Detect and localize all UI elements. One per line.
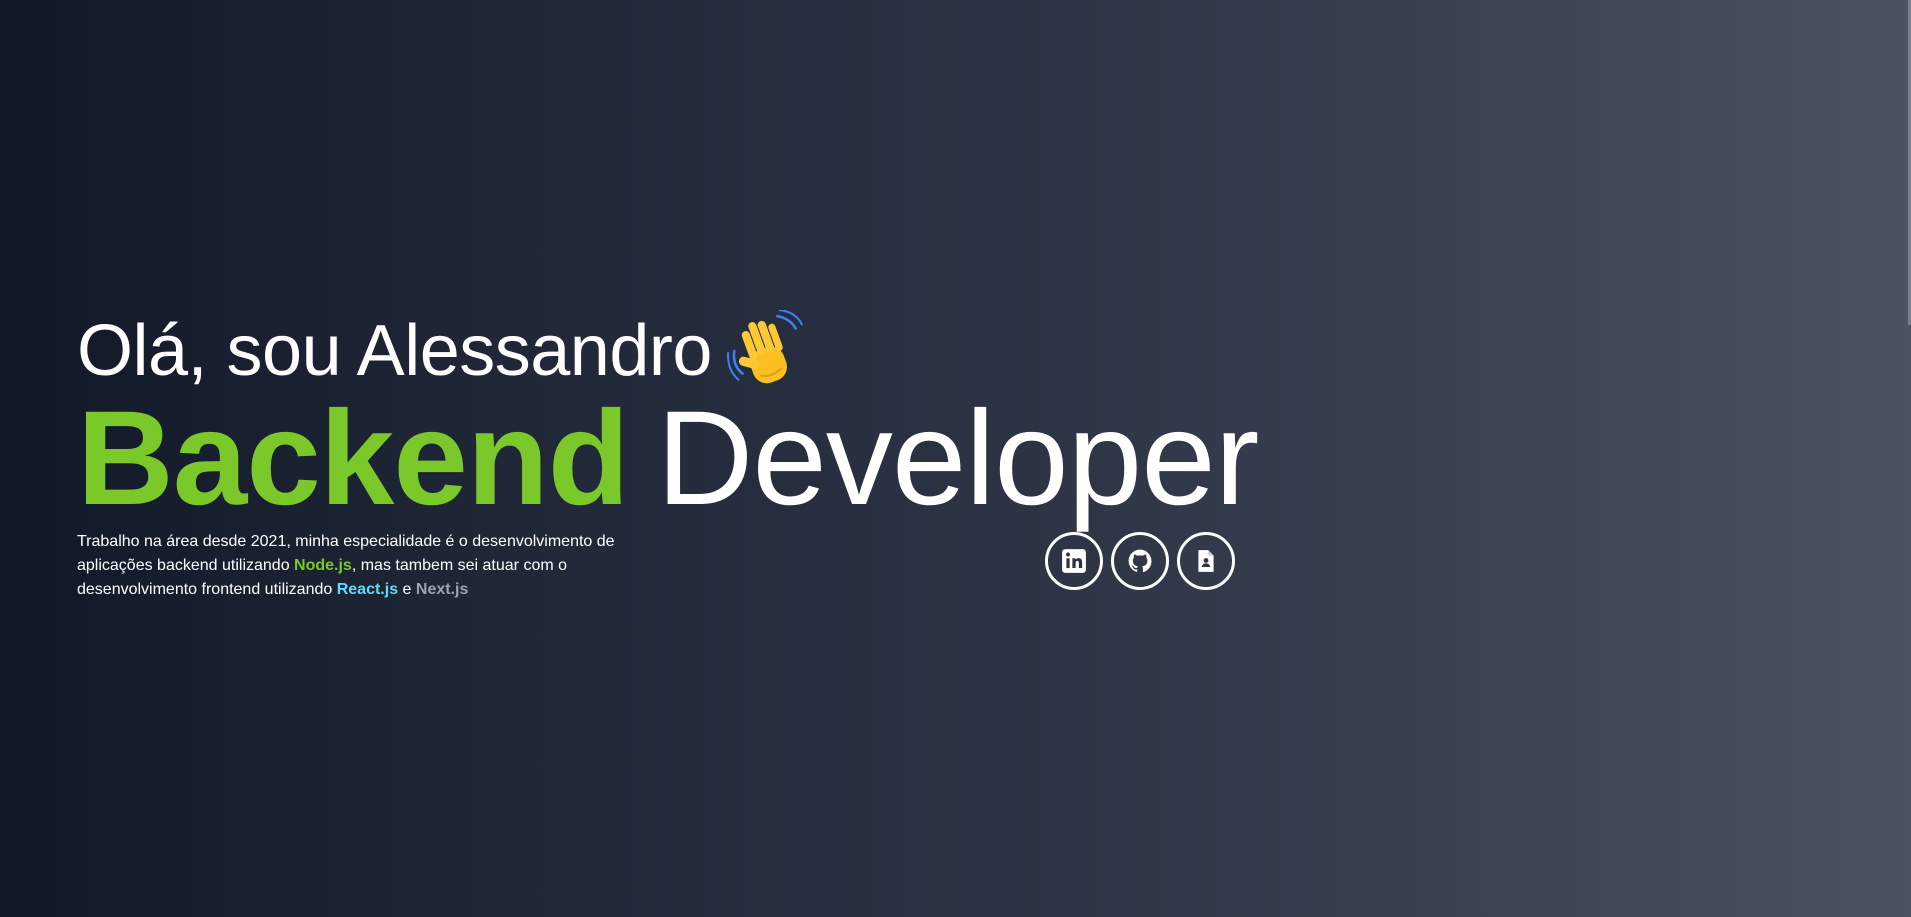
- social-links: [1045, 532, 1235, 590]
- tech-next: Next.js: [415, 581, 469, 598]
- greeting-text: Olá, sou Alessandro: [77, 311, 712, 391]
- hero-section: Olá, sou Alessandro Backend Developer Tr…: [77, 308, 1259, 610]
- linkedin-button[interactable]: [1045, 532, 1103, 590]
- bio-description: Trabalho na área desde 2021, minha espec…: [77, 530, 637, 602]
- role-title: Backend Developer: [77, 392, 1259, 526]
- github-button[interactable]: [1111, 532, 1169, 590]
- role-title-accent: Backend: [77, 384, 630, 533]
- bio-text-3: e: [398, 581, 416, 598]
- linkedin-icon: [1062, 549, 1086, 573]
- tech-react: React.js: [336, 581, 399, 598]
- greeting-row: Olá, sou Alessandro: [77, 308, 1232, 392]
- resume-document-icon: [1198, 550, 1214, 572]
- waving-hand-icon: [724, 308, 806, 392]
- bottom-row: Trabalho na área desde 2021, minha espec…: [77, 530, 1235, 610]
- resume-button[interactable]: [1177, 532, 1235, 590]
- tech-node: Node.js: [294, 557, 352, 574]
- github-icon: [1128, 549, 1152, 573]
- role-title-rest: Developer: [656, 384, 1260, 533]
